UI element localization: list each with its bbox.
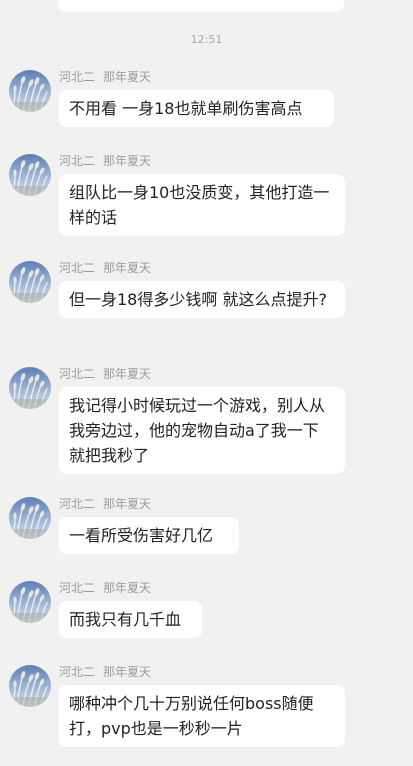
sender-name: 河北二 bbox=[59, 367, 96, 381]
sender-name: 河北二 bbox=[59, 581, 96, 595]
message-bubble[interactable]: 但一身18得多少钱啊 就这么点提升? bbox=[59, 281, 345, 318]
avatar[interactable] bbox=[9, 665, 51, 707]
sender-name: 河北二 bbox=[59, 261, 96, 275]
message-meta: 河北二 那年夏天 bbox=[59, 663, 151, 680]
message-bubble[interactable]: 我记得小时候玩过一个游戏，别人从我旁边过，他的宠物自动a了我一下就把我秒了 bbox=[59, 387, 345, 474]
message-meta: 河北二 那年夏天 bbox=[59, 68, 151, 85]
sender-name: 河北二 bbox=[59, 497, 96, 511]
message-bubble[interactable]: 哪种冲个几十万别说任何boss随便打，pvp也是一秒秒一片 bbox=[59, 685, 345, 747]
message-bubble[interactable]: 而我只有几千血 bbox=[59, 601, 202, 638]
message-meta: 河北二 那年夏天 bbox=[59, 152, 151, 169]
previous-message-bubble[interactable] bbox=[58, 0, 344, 12]
avatar[interactable] bbox=[9, 367, 51, 409]
sender-title: 那年夏天 bbox=[103, 70, 152, 84]
message-bubble[interactable]: 一看所受伤害好几亿 bbox=[59, 517, 239, 554]
avatar[interactable] bbox=[9, 581, 51, 623]
sender-title: 那年夏天 bbox=[103, 581, 152, 595]
sender-title: 那年夏天 bbox=[103, 154, 152, 168]
message-meta: 河北二 那年夏天 bbox=[59, 495, 151, 512]
sender-name: 河北二 bbox=[59, 70, 96, 84]
message-bubble[interactable]: 不用看 一身18也就单刷伤害高点 bbox=[59, 90, 334, 127]
sender-title: 那年夏天 bbox=[103, 665, 152, 679]
sender-title: 那年夏天 bbox=[103, 261, 152, 275]
sender-name: 河北二 bbox=[59, 154, 96, 168]
avatar[interactable] bbox=[9, 261, 51, 303]
message-bubble[interactable]: 组队比一身10也没质变，其他打造一样的话 bbox=[59, 174, 345, 236]
avatar[interactable] bbox=[9, 497, 51, 539]
sender-title: 那年夏天 bbox=[103, 367, 152, 381]
avatar[interactable] bbox=[9, 154, 51, 196]
message-meta: 河北二 那年夏天 bbox=[59, 365, 151, 382]
message-meta: 河北二 那年夏天 bbox=[59, 259, 151, 276]
message-meta: 河北二 那年夏天 bbox=[59, 579, 151, 596]
sender-title: 那年夏天 bbox=[103, 497, 152, 511]
chat-timestamp: 12:51 bbox=[190, 33, 223, 46]
sender-name: 河北二 bbox=[59, 665, 96, 679]
avatar[interactable] bbox=[9, 70, 51, 112]
